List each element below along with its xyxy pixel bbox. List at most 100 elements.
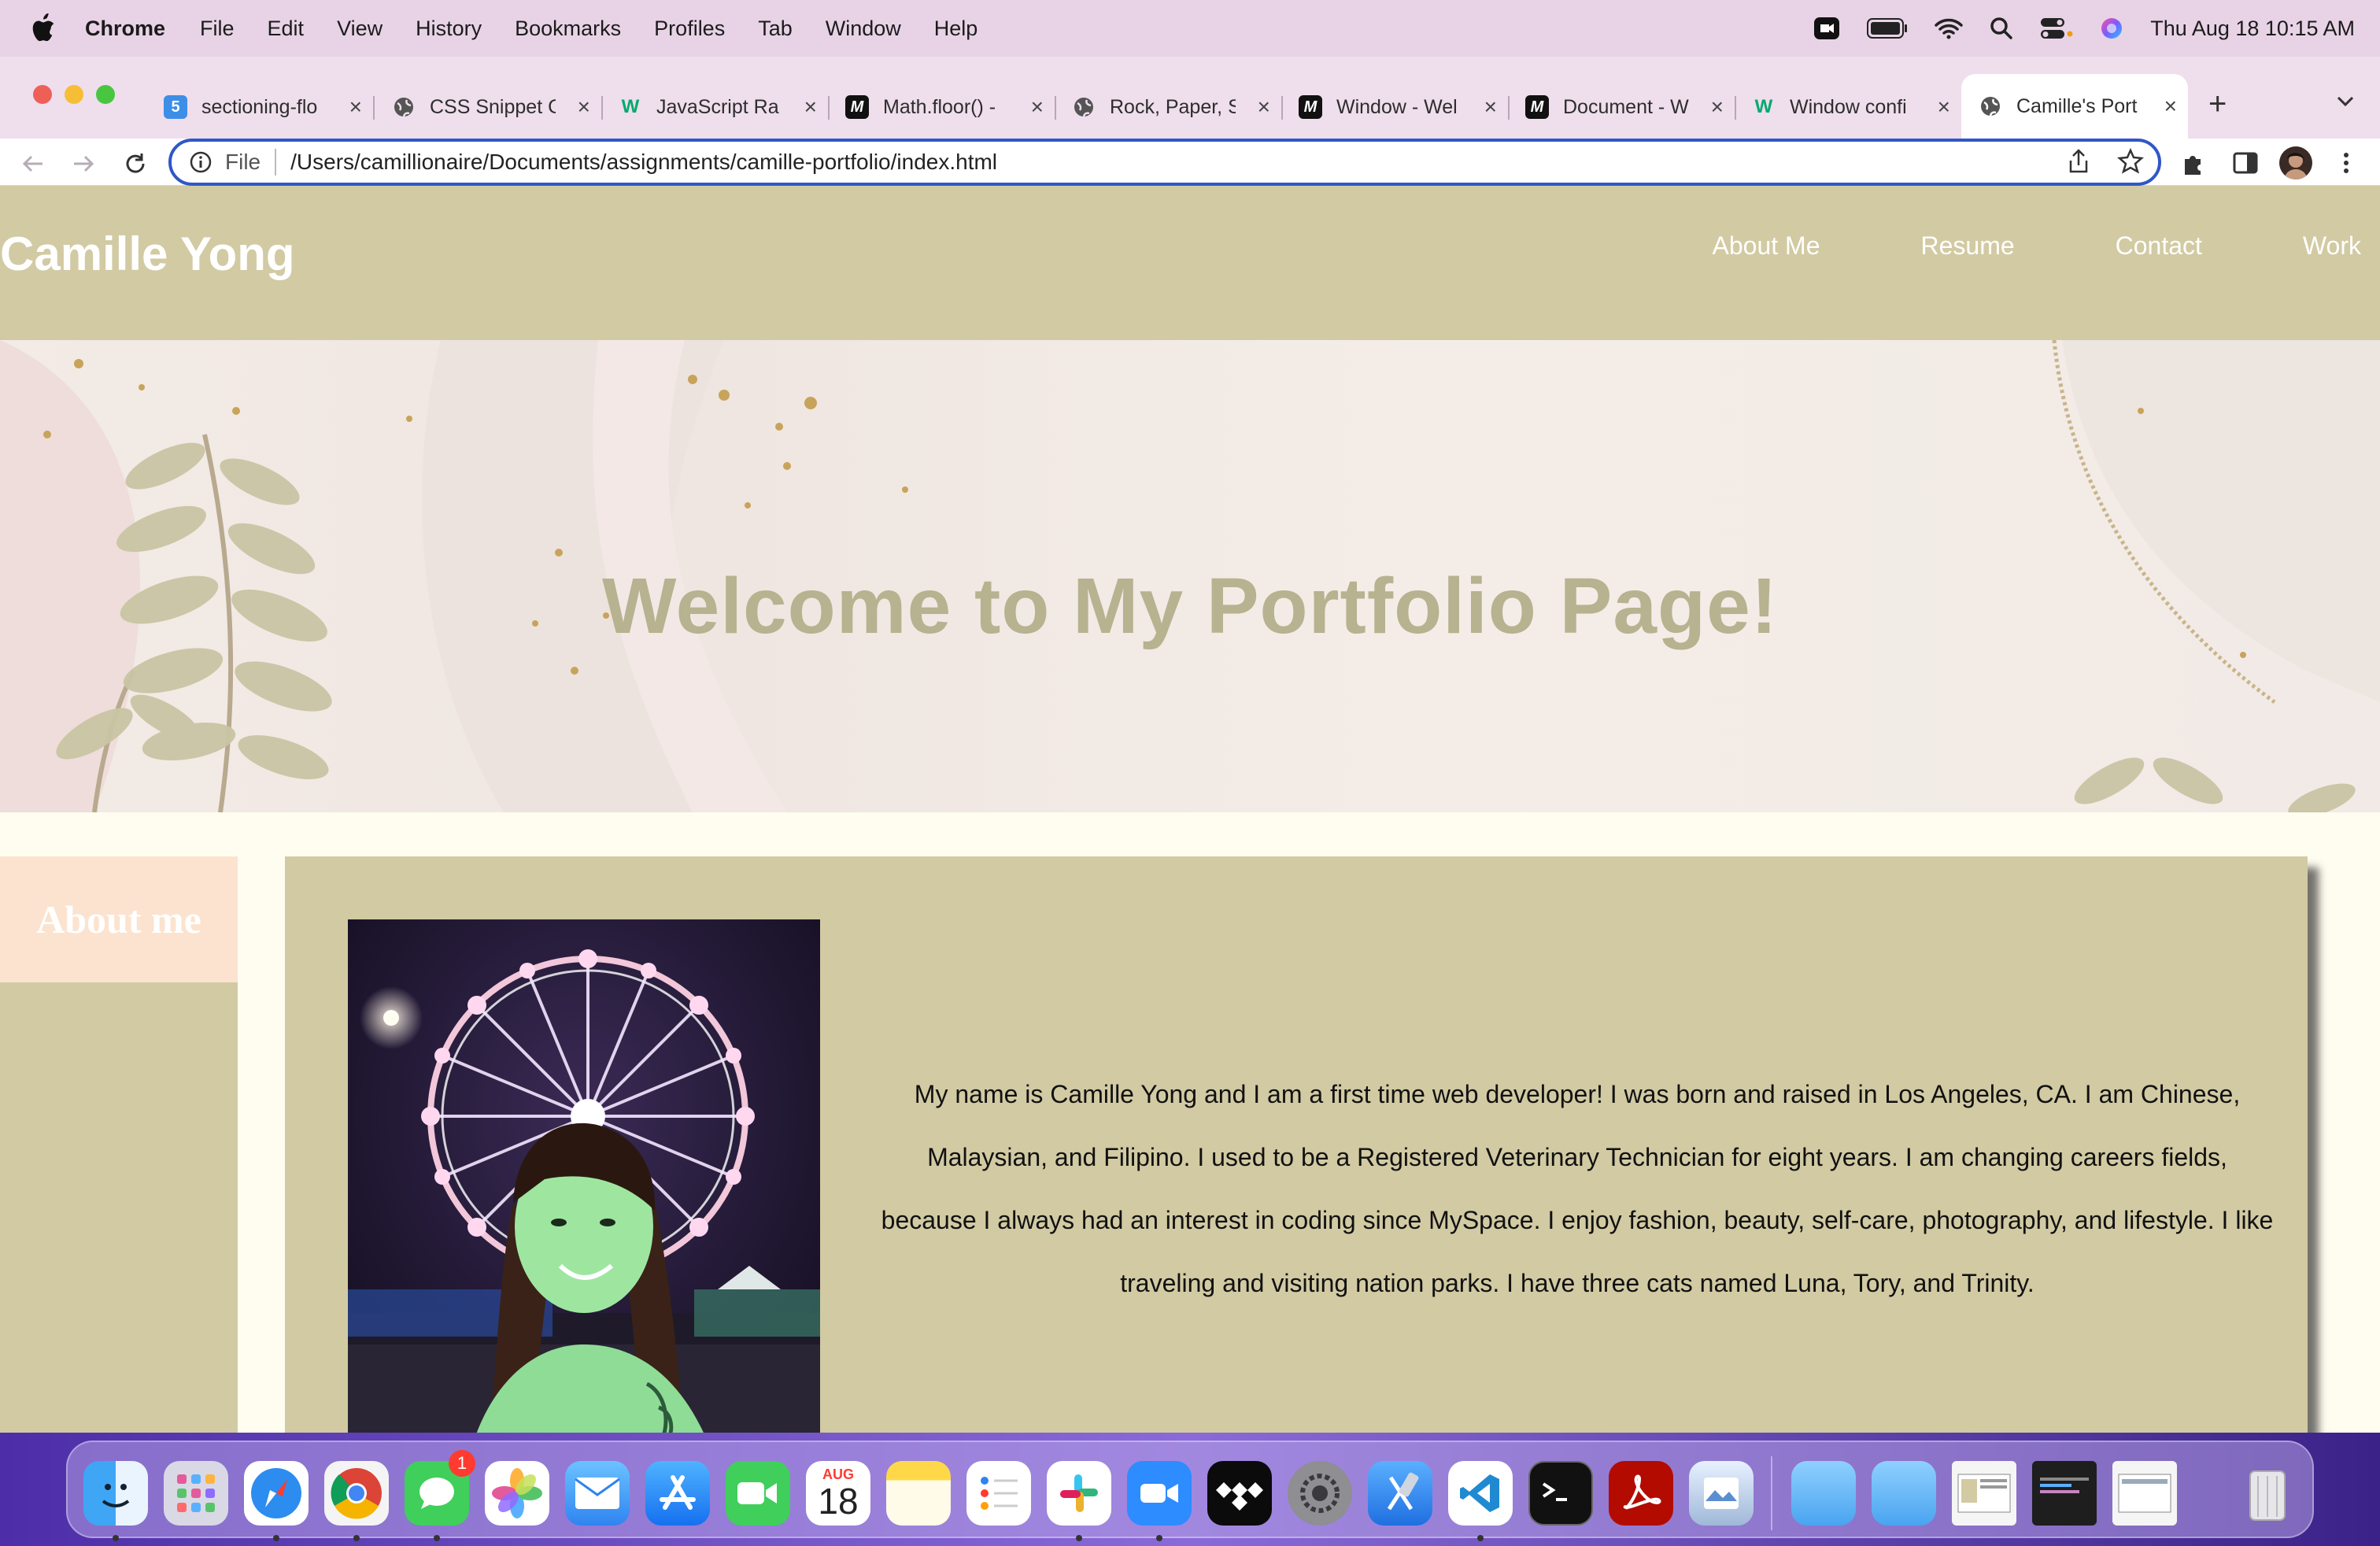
notes-icon[interactable] bbox=[886, 1461, 951, 1526]
nav-link-contact[interactable]: Contact bbox=[2116, 231, 2202, 261]
calendar-icon[interactable]: AUG 18 bbox=[806, 1461, 870, 1526]
close-tab-icon[interactable]: × bbox=[1031, 94, 1044, 120]
slack-icon[interactable] bbox=[1047, 1461, 1111, 1526]
browser-tab[interactable]: W Window confi × bbox=[1735, 79, 1961, 135]
siri-icon[interactable] bbox=[2100, 17, 2123, 40]
screen-record-icon[interactable] bbox=[1813, 17, 1840, 40]
menu-history[interactable]: History bbox=[416, 17, 482, 41]
trash-icon[interactable] bbox=[2235, 1461, 2300, 1526]
profile-avatar[interactable] bbox=[2279, 146, 2312, 179]
zoom-icon[interactable] bbox=[1127, 1461, 1192, 1526]
menu-help[interactable]: Help bbox=[934, 17, 978, 41]
menu-clock[interactable]: Thu Aug 18 10:15 AM bbox=[2150, 17, 2355, 41]
browser-tab[interactable]: M Math.floor() - × bbox=[828, 79, 1056, 135]
window-thumbnail-icon[interactable] bbox=[1952, 1461, 2016, 1526]
more-options-icon[interactable] bbox=[2333, 150, 2360, 176]
forward-arrow-icon[interactable] bbox=[68, 148, 99, 179]
tab-title: Window - Wel bbox=[1336, 95, 1458, 118]
photos-icon[interactable] bbox=[485, 1461, 549, 1526]
app-store-icon[interactable] bbox=[645, 1461, 710, 1526]
calendar-month: AUG bbox=[822, 1466, 854, 1482]
menu-bar: Chrome File Edit View History Bookmarks … bbox=[0, 0, 2380, 57]
tab-title: Camille's Port bbox=[2016, 94, 2138, 117]
menu-edit[interactable]: Edit bbox=[268, 17, 305, 41]
menu-window[interactable]: Window bbox=[826, 17, 901, 41]
nav-link-work[interactable]: Work bbox=[2303, 231, 2361, 261]
menu-tab[interactable]: Tab bbox=[758, 17, 793, 41]
close-tab-icon[interactable]: × bbox=[2164, 94, 2177, 119]
vscode-icon[interactable] bbox=[1448, 1461, 1513, 1526]
menu-bookmarks[interactable]: Bookmarks bbox=[515, 17, 621, 41]
close-tab-icon[interactable]: × bbox=[804, 94, 817, 120]
xcode-icon[interactable] bbox=[1368, 1461, 1432, 1526]
browser-tab[interactable]: CSS Snippet C × bbox=[375, 79, 603, 135]
tab-title: JavaScript Ra bbox=[656, 95, 779, 118]
window-thumbnail-icon[interactable] bbox=[2112, 1461, 2177, 1526]
close-tab-icon[interactable]: × bbox=[349, 94, 362, 120]
system-preferences-icon[interactable] bbox=[1288, 1461, 1352, 1526]
menu-view[interactable]: View bbox=[337, 17, 382, 41]
profile-photo bbox=[348, 919, 820, 1433]
url-divider bbox=[275, 149, 277, 176]
browser-window: 5 sectioning-flo × CSS Snippet C × W Jav… bbox=[0, 57, 2380, 1433]
share-icon[interactable] bbox=[2065, 148, 2092, 175]
tab-title: CSS Snippet C bbox=[430, 95, 556, 118]
acrobat-icon[interactable] bbox=[1609, 1461, 1673, 1526]
mdn-icon: M bbox=[1299, 95, 1322, 119]
about-bio: My name is Camille Yong and I am a first… bbox=[881, 1080, 2274, 1297]
browser-tab[interactable]: M Document - W × bbox=[1508, 79, 1736, 135]
zoom-window-button[interactable] bbox=[96, 85, 115, 104]
reminders-icon[interactable] bbox=[966, 1461, 1031, 1526]
close-tab-icon[interactable]: × bbox=[1484, 94, 1497, 120]
page-viewport: Camille Yong About Me Resume Contact Wor… bbox=[0, 186, 2380, 1433]
folder-icon[interactable] bbox=[1872, 1461, 1936, 1526]
preview-icon[interactable] bbox=[1689, 1461, 1754, 1526]
chrome-icon[interactable] bbox=[324, 1461, 389, 1526]
dock-divider bbox=[1771, 1456, 1772, 1530]
nav-link-resume[interactable]: Resume bbox=[1920, 231, 2014, 261]
control-center-icon[interactable] bbox=[2040, 17, 2073, 40]
battery-icon[interactable] bbox=[1867, 18, 1908, 39]
chevron-down-icon[interactable] bbox=[2334, 90, 2356, 112]
bookmark-star-icon[interactable] bbox=[2117, 148, 2144, 175]
minimize-window-button[interactable] bbox=[65, 85, 83, 104]
browser-tab[interactable]: Rock, Paper, S × bbox=[1055, 79, 1283, 135]
back-arrow-icon[interactable] bbox=[17, 148, 49, 179]
folder-icon[interactable] bbox=[1791, 1461, 1856, 1526]
launchpad-icon[interactable] bbox=[164, 1461, 228, 1526]
safari-icon[interactable] bbox=[244, 1461, 309, 1526]
close-window-button[interactable] bbox=[33, 85, 52, 104]
nav-link-about-me[interactable]: About Me bbox=[1713, 231, 1820, 261]
close-tab-icon[interactable]: × bbox=[1938, 94, 1950, 120]
spotlight-search-icon[interactable] bbox=[1990, 17, 2013, 40]
browser-tab[interactable]: 5 sectioning-flo × bbox=[146, 79, 375, 135]
menu-profiles[interactable]: Profiles bbox=[654, 17, 725, 41]
close-tab-icon[interactable]: × bbox=[1711, 94, 1724, 120]
wifi-icon[interactable] bbox=[1935, 17, 1964, 39]
close-tab-icon[interactable]: × bbox=[578, 94, 590, 120]
new-tab-icon[interactable]: + bbox=[2208, 87, 2227, 122]
terminal-icon[interactable] bbox=[1528, 1461, 1593, 1526]
address-bar[interactable]: File /Users/camillionaire/Documents/assi… bbox=[168, 139, 2161, 186]
mail-icon[interactable] bbox=[565, 1461, 630, 1526]
side-panel-icon[interactable] bbox=[2232, 150, 2259, 176]
running-indicator bbox=[1076, 1535, 1082, 1541]
browser-tab[interactable]: M Window - Wel × bbox=[1281, 79, 1510, 135]
window-thumbnail-icon[interactable] bbox=[2032, 1461, 2097, 1526]
menu-app-name[interactable]: Chrome bbox=[85, 17, 165, 41]
site-brand[interactable]: Camille Yong bbox=[0, 227, 295, 281]
url-text[interactable]: /Users/camillionaire/Documents/assignmen… bbox=[290, 150, 2158, 175]
facetime-icon[interactable] bbox=[726, 1461, 790, 1526]
apple-menu-icon[interactable] bbox=[30, 13, 57, 43]
browser-tab-active[interactable]: Camille's Port × bbox=[1961, 74, 2188, 139]
tidal-icon[interactable] bbox=[1207, 1461, 1272, 1526]
browser-tab[interactable]: W JavaScript Ra × bbox=[601, 79, 830, 135]
url-scheme: File bbox=[225, 150, 261, 174]
mdn-icon: M bbox=[845, 95, 869, 119]
menu-file[interactable]: File bbox=[200, 17, 235, 41]
info-icon[interactable] bbox=[189, 150, 213, 174]
reload-icon[interactable] bbox=[120, 148, 151, 179]
close-tab-icon[interactable]: × bbox=[1258, 94, 1270, 120]
finder-icon[interactable] bbox=[83, 1461, 148, 1526]
extensions-icon[interactable] bbox=[2180, 150, 2207, 176]
